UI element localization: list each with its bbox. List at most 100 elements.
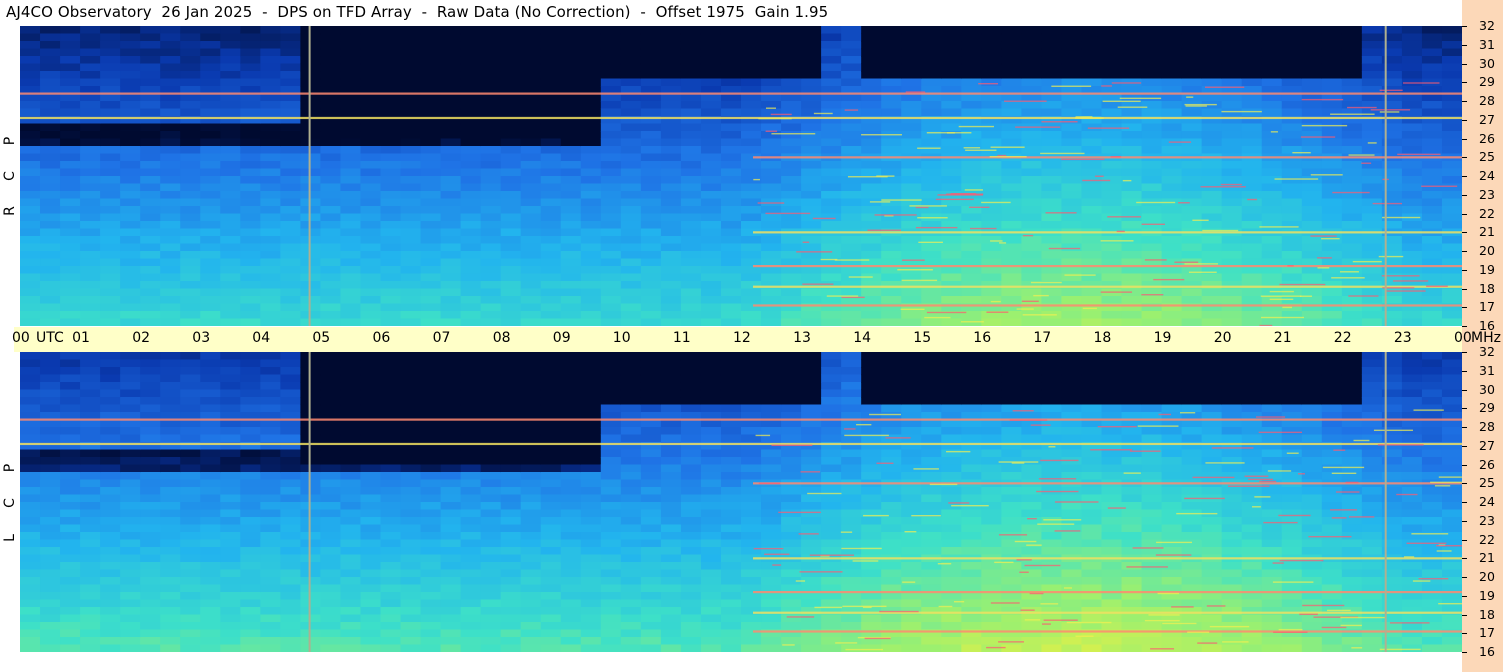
spectrogram-cell — [320, 397, 342, 406]
spectrogram-cell — [640, 63, 662, 72]
spectrogram-cell — [640, 532, 662, 541]
spectrogram-cell — [80, 502, 101, 511]
spectrogram-cell — [280, 457, 301, 466]
spectrogram-cell — [660, 637, 682, 646]
spectrogram-cell — [320, 266, 342, 275]
spectrogram-cell — [961, 577, 982, 586]
spectrogram-cell — [320, 607, 342, 616]
spectrogram-cell — [600, 389, 622, 398]
spectrogram-cell — [1001, 251, 1022, 260]
spectrogram-cell — [560, 419, 582, 428]
spectrogram-cell — [20, 419, 41, 428]
spectrogram-cell — [40, 427, 61, 436]
spectrogram-cell — [380, 26, 402, 35]
spectrogram-cell — [280, 629, 301, 638]
spectrogram-cell — [1141, 213, 1163, 222]
spectrogram-cell — [240, 191, 261, 200]
spectrogram-cell — [680, 494, 702, 503]
spectrogram-cell — [120, 427, 141, 436]
spectrogram-cell — [220, 236, 241, 245]
spectrogram-cell — [741, 138, 762, 147]
spectrogram-cell — [720, 318, 742, 326]
spectrogram-cell — [480, 592, 502, 601]
spectrogram-cell — [961, 644, 982, 652]
spectrogram-cell — [761, 26, 782, 35]
spectrogram-cell — [720, 494, 742, 503]
spectrogram-cell — [500, 524, 522, 533]
spectrogram-cell — [360, 138, 382, 147]
spectrogram-cell — [320, 352, 342, 361]
spectrogram-cell — [340, 419, 362, 428]
spectrogram-cell — [801, 108, 822, 117]
spectrogram-cell — [360, 303, 382, 312]
spectrogram-cell — [821, 367, 842, 376]
spectrogram-cell — [600, 404, 622, 413]
spectrogram-cell — [961, 123, 982, 132]
spectrogram-cell — [620, 367, 642, 376]
spectrogram-cell — [480, 577, 502, 586]
spectrogram-cell — [801, 614, 822, 623]
spectrogram-cell — [620, 494, 642, 503]
spectrogram-cell — [741, 622, 762, 631]
spectrogram-cell — [861, 644, 882, 652]
spectrogram-cell — [1021, 221, 1043, 230]
spectrogram-cell — [440, 547, 462, 556]
spectrogram-cell — [280, 288, 301, 297]
spectrogram-cell — [1421, 281, 1443, 290]
spectrogram-cell — [1181, 71, 1203, 80]
spectrogram-cell — [60, 382, 81, 391]
spectrogram-cell — [520, 577, 542, 586]
spectrogram-cell — [580, 311, 602, 320]
spectrogram-cell — [300, 131, 322, 140]
spectrogram-cell — [180, 78, 201, 87]
spectrogram-cell — [580, 206, 602, 215]
spectrogram-cell — [720, 464, 742, 473]
spectrogram-cell — [300, 146, 322, 155]
spectrogram-cell — [140, 33, 161, 42]
spectrogram-cell — [520, 228, 542, 237]
interference-speckle — [1370, 109, 1411, 111]
spectrogram-cell — [981, 382, 1002, 391]
spectrogram-cell — [741, 108, 762, 117]
interference-band — [753, 231, 1462, 234]
spectrogram-cell — [1081, 183, 1103, 192]
spectrogram-cell — [80, 607, 101, 616]
spectrogram-cell — [220, 243, 241, 252]
spectrogram-cell — [80, 419, 101, 428]
spectrogram-cell — [460, 56, 482, 65]
spectrogram-cell — [580, 131, 602, 140]
spectrogram-cell — [700, 547, 722, 556]
spectrogram-cell — [420, 161, 442, 170]
spectrogram-cell — [680, 101, 702, 110]
spectrogram-cell — [1221, 56, 1243, 65]
interference-speckle — [1184, 103, 1217, 106]
interference-speckle — [1372, 202, 1403, 205]
spectrogram-cell — [560, 449, 582, 458]
spectrogram-cell — [60, 206, 81, 215]
spectrogram-cell — [660, 464, 682, 473]
spectrogram-cell — [480, 213, 502, 222]
spectrogram-cell — [1141, 296, 1163, 305]
spectrogram-cell — [781, 243, 802, 252]
spectrogram-cell — [700, 502, 722, 511]
spectrogram-cell — [160, 161, 181, 170]
spectrogram-cell — [841, 502, 862, 511]
spectrogram-cell — [520, 427, 542, 436]
spectrogram-cell — [180, 502, 201, 511]
spectrogram-cell — [560, 397, 582, 406]
spectrogram-cell — [1441, 311, 1462, 320]
spectrogram-cell — [761, 93, 782, 102]
spectrogram-cell — [901, 123, 922, 132]
spectrogram-cell — [440, 146, 462, 155]
spectrogram-cell — [440, 404, 462, 413]
spectrogram-cell — [480, 273, 502, 282]
spectrogram-cell — [921, 569, 942, 578]
spectrogram-cell — [901, 419, 922, 428]
spectrogram-cell — [360, 101, 382, 110]
spectrogram-cell — [1321, 41, 1343, 50]
spectrogram-cell — [60, 374, 81, 383]
spectrogram-cell — [1061, 251, 1083, 260]
spectrogram-cell — [580, 614, 602, 623]
spectrogram-cell — [200, 577, 221, 586]
spectrogram-cell — [1401, 168, 1423, 177]
